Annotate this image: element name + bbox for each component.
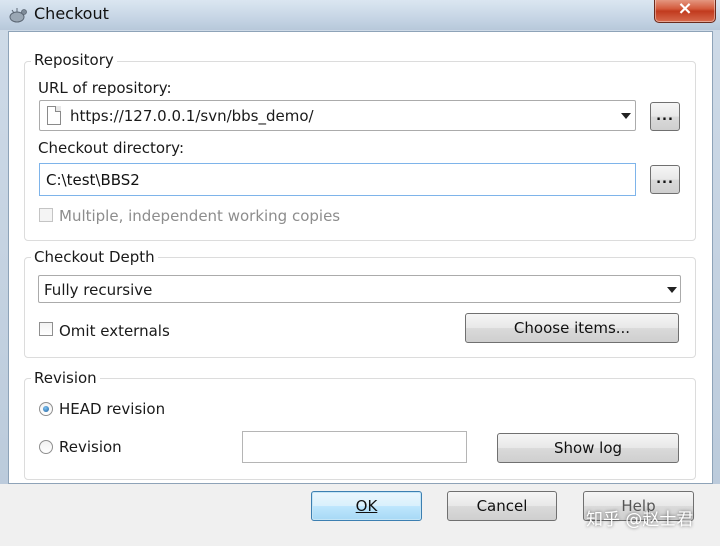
revision-field[interactable] — [242, 431, 467, 463]
head-revision-radio[interactable] — [39, 402, 53, 416]
omit-externals-label: Omit externals — [59, 322, 170, 340]
title-bar[interactable]: Checkout × — [0, 0, 720, 30]
dialog-body: Repository URL of repository: https://12… — [8, 31, 713, 484]
cancel-button[interactable]: Cancel — [447, 491, 557, 521]
ok-button[interactable]: OK — [311, 491, 422, 521]
revision-input[interactable] — [243, 432, 466, 462]
choose-items-button[interactable]: Choose items... — [465, 313, 679, 343]
url-value: https://127.0.0.1/svn/bbs_demo/ — [70, 107, 314, 125]
head-revision-label: HEAD revision — [59, 400, 166, 418]
url-combobox[interactable]: https://127.0.0.1/svn/bbs_demo/ — [39, 100, 636, 131]
checkout-dialog: Checkout × Repository URL of repository:… — [0, 0, 720, 546]
depth-dropdown[interactable]: Fully recursive — [38, 275, 681, 303]
depth-selected: Fully recursive — [44, 281, 153, 299]
close-icon: × — [677, 0, 693, 19]
checkout-dir-label: Checkout directory: — [38, 139, 185, 157]
revision-group — [24, 378, 696, 480]
browse-url-button[interactable]: ... — [650, 102, 680, 131]
omit-externals-checkbox[interactable] — [39, 322, 53, 336]
window-title: Checkout — [34, 4, 109, 23]
multiple-copies-checkbox[interactable] — [39, 208, 53, 222]
checkout-dir-field[interactable] — [39, 163, 636, 196]
revision-group-label: Revision — [31, 369, 100, 387]
checkout-dir-input[interactable] — [40, 164, 635, 195]
ok-label: OK — [355, 497, 378, 515]
show-log-button[interactable]: Show log — [497, 433, 679, 463]
chevron-down-icon[interactable] — [621, 113, 631, 119]
browse-dir-button[interactable]: ... — [650, 165, 680, 194]
revision-radio[interactable] — [39, 440, 53, 454]
file-icon — [47, 106, 61, 125]
multiple-copies-label: Multiple, independent working copies — [59, 207, 341, 225]
tortoisesvn-icon — [9, 8, 27, 23]
revision-label: Revision — [59, 438, 122, 456]
close-button[interactable]: × — [654, 0, 716, 23]
checkout-depth-group-label: Checkout Depth — [31, 248, 158, 266]
chevron-down-icon[interactable] — [667, 287, 677, 293]
url-label: URL of repository: — [38, 79, 172, 97]
repository-group-label: Repository — [31, 51, 117, 69]
watermark-text: 知乎 @赵士君 — [586, 510, 694, 530]
